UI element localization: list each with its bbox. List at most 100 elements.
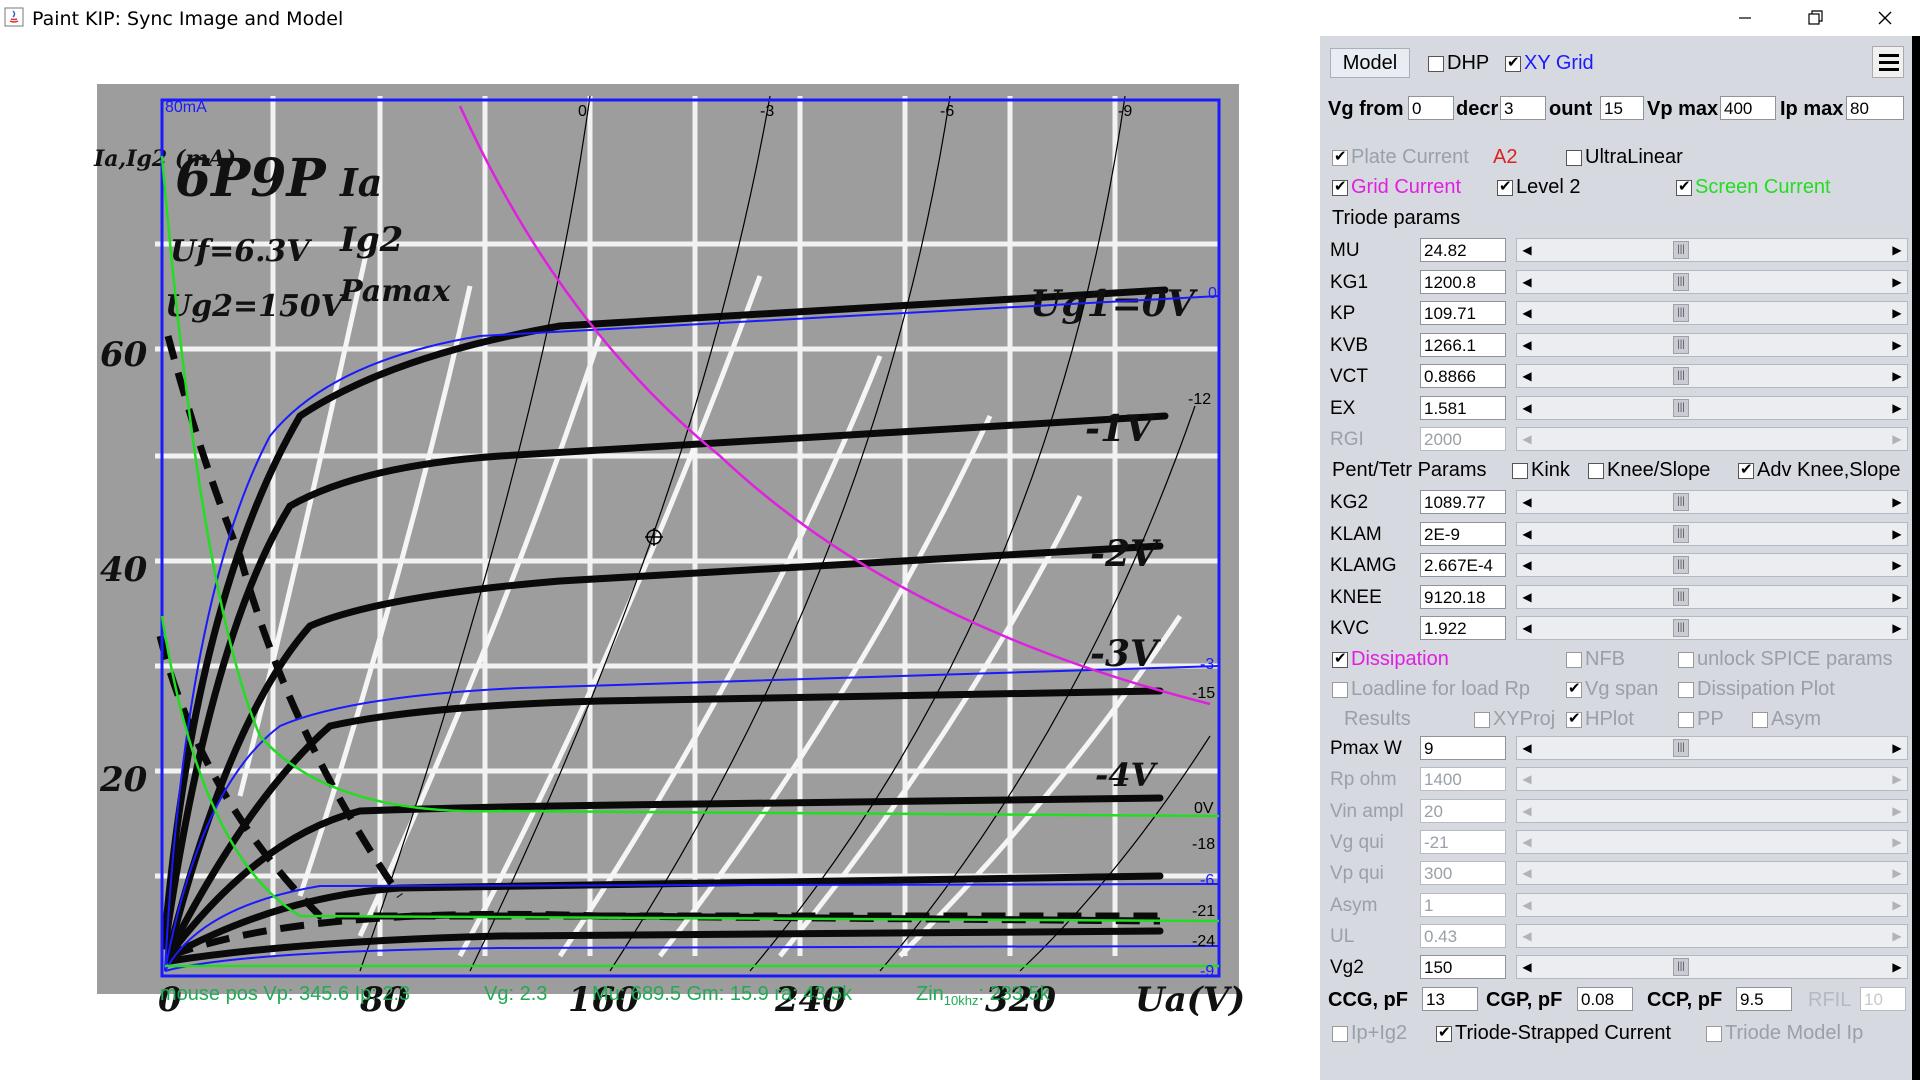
slider-thumb[interactable]: ||| — [1673, 398, 1689, 417]
slider-thumb[interactable]: ||| — [1673, 493, 1689, 511]
slider-left-arrow-icon[interactable]: ◀ — [1517, 271, 1537, 293]
slider-left-arrow-icon[interactable]: ◀ — [1517, 491, 1537, 513]
triode-strapped-checkbox[interactable]: Triode-Strapped Current — [1436, 1022, 1671, 1045]
param-slider-vct[interactable]: ◀ ||| ▶ — [1516, 364, 1908, 388]
ipmax-field[interactable]: 80 — [1846, 96, 1904, 120]
slider-right-arrow-icon[interactable]: ▶ — [1887, 523, 1907, 545]
kink-checkbox[interactable]: Kink — [1512, 459, 1570, 482]
param-slider-ul[interactable]: ◀ ▶ — [1516, 923, 1908, 948]
param-slider-kvc[interactable]: ◀ ||| ▶ — [1516, 616, 1908, 640]
param-field-ex[interactable]: 1.581 — [1420, 395, 1506, 420]
slider-left-arrow-icon[interactable]: ◀ — [1517, 302, 1537, 324]
param-slider-mu[interactable]: ◀ ||| ▶ — [1516, 238, 1908, 262]
slider-thumb[interactable]: ||| — [1673, 556, 1689, 574]
asym-check[interactable] — [1752, 711, 1768, 728]
slider-thumb[interactable]: ||| — [1673, 304, 1689, 322]
unlock-spice-checkbox[interactable]: unlock SPICE params — [1678, 648, 1893, 671]
slider-left-arrow-icon[interactable]: ◀ — [1517, 768, 1537, 790]
param-slider-asym[interactable]: ◀ ▶ — [1516, 892, 1908, 917]
param-field-vg2[interactable]: 150 — [1420, 955, 1506, 980]
nfb-checkbox[interactable]: NFB — [1566, 648, 1625, 671]
param-slider-vg-qui[interactable]: ◀ ▶ — [1516, 829, 1908, 854]
param-slider-rgi[interactable]: ◀ ▶ — [1516, 427, 1908, 451]
slider-thumb[interactable]: ||| — [1673, 272, 1689, 291]
param-slider-kvb[interactable]: ◀ ||| ▶ — [1516, 332, 1908, 357]
ultralinear-checkbox[interactable]: UltraLinear — [1566, 146, 1683, 169]
slider-left-arrow-icon[interactable]: ◀ — [1517, 397, 1537, 419]
hplot-check[interactable] — [1566, 709, 1582, 728]
vg-from-field[interactable]: 0 — [1408, 96, 1454, 120]
level2-check[interactable] — [1497, 177, 1513, 196]
level2-checkbox[interactable]: Level 2 — [1497, 176, 1581, 199]
param-field-kp[interactable]: 109.71 — [1420, 301, 1506, 325]
unlock-spice-check[interactable] — [1678, 651, 1694, 668]
param-field-rgi[interactable]: 2000 — [1420, 427, 1506, 451]
slider-right-arrow-icon[interactable]: ▶ — [1887, 365, 1907, 387]
slider-right-arrow-icon[interactable]: ▶ — [1887, 894, 1907, 916]
param-slider-kg2[interactable]: ◀ ||| ▶ — [1516, 490, 1908, 514]
restore-button[interactable] — [1780, 0, 1850, 36]
slider-right-arrow-icon[interactable]: ▶ — [1887, 491, 1907, 513]
slider-left-arrow-icon[interactable]: ◀ — [1517, 617, 1537, 639]
slider-left-arrow-icon[interactable]: ◀ — [1517, 239, 1537, 261]
knee-slope-checkbox[interactable]: Knee/Slope — [1588, 459, 1710, 482]
loadline-checkbox[interactable]: Loadline for load Rp — [1332, 678, 1530, 701]
slider-left-arrow-icon[interactable]: ◀ — [1517, 428, 1537, 450]
xy-grid-checkbox[interactable]: XY Grid — [1505, 52, 1594, 75]
param-field-vct[interactable]: 0.8866 — [1420, 364, 1506, 388]
xy-grid-check[interactable] — [1505, 53, 1521, 72]
xyproj-check[interactable] — [1474, 711, 1490, 728]
param-slider-vin-ampl[interactable]: ◀ ▶ — [1516, 798, 1908, 823]
param-slider-kp[interactable]: ◀ ||| ▶ — [1516, 301, 1908, 325]
param-field-vg-qui[interactable]: -21 — [1420, 829, 1506, 854]
param-field-knee[interactable]: 9120.18 — [1420, 584, 1506, 609]
param-slider-vg2[interactable]: ◀ ||| ▶ — [1516, 955, 1908, 980]
param-field-ul[interactable]: 0.43 — [1420, 923, 1506, 948]
rfil-field[interactable]: 10 — [1860, 987, 1906, 1011]
ip-ig2-check[interactable] — [1332, 1025, 1348, 1042]
ccg-field[interactable]: 13 — [1422, 987, 1478, 1011]
slider-left-arrow-icon[interactable]: ◀ — [1517, 894, 1537, 916]
ultralinear-check[interactable] — [1566, 149, 1582, 166]
pp-check[interactable] — [1678, 711, 1694, 728]
param-slider-klamg[interactable]: ◀ ||| ▶ — [1516, 553, 1908, 577]
param-slider-kg1[interactable]: ◀ ||| ▶ — [1516, 269, 1908, 294]
param-slider-knee[interactable]: ◀ ||| ▶ — [1516, 584, 1908, 609]
param-slider-ex[interactable]: ◀ ||| ▶ — [1516, 395, 1908, 420]
screen-current-check[interactable] — [1676, 177, 1692, 196]
slider-left-arrow-icon[interactable]: ◀ — [1517, 586, 1537, 608]
slider-left-arrow-icon[interactable]: ◀ — [1517, 365, 1537, 387]
plate-current-checkbox[interactable]: Plate Current — [1332, 146, 1469, 169]
cgp-field[interactable]: 0.08 — [1577, 987, 1633, 1011]
param-field-klam[interactable]: 2E-9 — [1420, 521, 1506, 546]
minimize-button[interactable] — [1710, 0, 1780, 36]
slider-right-arrow-icon[interactable]: ▶ — [1887, 831, 1907, 853]
sync-plot-canvas[interactable]: 6P9P Ia Ig2 Pamax Uf=6.3V Ug2=150V Ia,Ig… — [0, 36, 1320, 1080]
dissipation-check[interactable] — [1332, 649, 1348, 668]
dissipation-plot-check[interactable] — [1678, 681, 1694, 698]
ip-ig2-checkbox[interactable]: Ip+Ig2 — [1332, 1022, 1407, 1045]
slider-right-arrow-icon[interactable]: ▶ — [1887, 554, 1907, 576]
plot-area[interactable]: 6P9P Ia Ig2 Pamax Uf=6.3V Ug2=150V Ia,Ig… — [0, 36, 1320, 1080]
menu-icon[interactable] — [1872, 46, 1904, 78]
slider-left-arrow-icon[interactable]: ◀ — [1517, 800, 1537, 822]
slider-right-arrow-icon[interactable]: ▶ — [1887, 800, 1907, 822]
param-field-klamg[interactable]: 2.667E-4 — [1420, 553, 1506, 577]
param-slider-vp-qui[interactable]: ◀ ▶ — [1516, 861, 1908, 886]
slider-left-arrow-icon[interactable]: ◀ — [1517, 523, 1537, 545]
slider-right-arrow-icon[interactable]: ▶ — [1887, 334, 1907, 356]
slider-left-arrow-icon[interactable]: ◀ — [1517, 925, 1537, 947]
knee-slope-check[interactable] — [1588, 462, 1604, 479]
slider-left-arrow-icon[interactable]: ◀ — [1517, 737, 1537, 759]
slider-right-arrow-icon[interactable]: ▶ — [1887, 397, 1907, 419]
param-slider-klam[interactable]: ◀ ||| ▶ — [1516, 521, 1908, 546]
slider-left-arrow-icon[interactable]: ◀ — [1517, 831, 1537, 853]
slider-right-arrow-icon[interactable]: ▶ — [1887, 925, 1907, 947]
slider-left-arrow-icon[interactable]: ◀ — [1517, 334, 1537, 356]
slider-left-arrow-icon[interactable]: ◀ — [1517, 956, 1537, 978]
slider-right-arrow-icon[interactable]: ▶ — [1887, 586, 1907, 608]
nfb-check[interactable] — [1566, 651, 1582, 668]
adv-knee-check[interactable] — [1738, 460, 1754, 479]
dhp-check[interactable] — [1428, 55, 1444, 72]
xyproj-checkbox[interactable]: XYProj — [1474, 708, 1555, 731]
